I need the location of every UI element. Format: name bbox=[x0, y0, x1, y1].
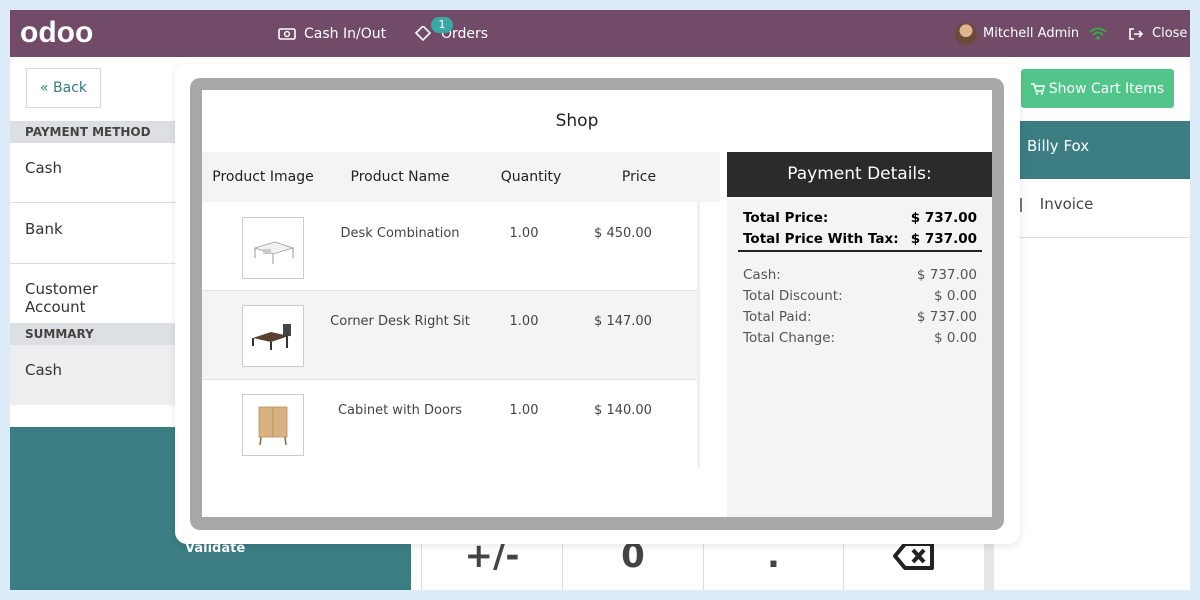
table-row: Corner Desk Right Sit 1.00 $ 147.00 bbox=[202, 291, 697, 379]
product-quantity: 1.00 bbox=[509, 226, 539, 241]
cart-icon bbox=[1030, 82, 1045, 95]
wifi-icon bbox=[1089, 27, 1107, 40]
discount-line: Total Discount: $ 0.00 bbox=[743, 288, 977, 304]
change-value: $ 0.00 bbox=[934, 330, 977, 346]
connection-status[interactable] bbox=[1088, 10, 1116, 57]
payment-divider bbox=[738, 250, 982, 252]
product-price: $ 140.00 bbox=[594, 403, 652, 418]
ticket-icon bbox=[414, 25, 432, 41]
orders-button[interactable]: 1 Orders bbox=[413, 10, 488, 57]
payment-details-heading: Payment Details: bbox=[727, 152, 992, 197]
change-label: Total Change: bbox=[743, 330, 836, 346]
cabinet-image bbox=[242, 394, 304, 456]
summary-line-cash[interactable]: Cash bbox=[10, 345, 176, 405]
invoice-checkbox-icon bbox=[1020, 197, 1023, 212]
paid-line: Total Paid: $ 737.00 bbox=[743, 309, 977, 325]
sign-out-icon bbox=[1129, 27, 1144, 40]
paid-label: Total Paid: bbox=[743, 309, 812, 325]
user-menu[interactable]: Mitchell Admin bbox=[955, 10, 1079, 57]
table-row: Desk Combination 1.00 $ 450.00 bbox=[202, 203, 697, 291]
back-button[interactable]: « Back bbox=[26, 68, 101, 108]
product-quantity: 1.00 bbox=[509, 403, 539, 418]
cash-line: Cash: $ 737.00 bbox=[743, 267, 977, 283]
total-tax-value: $ 737.00 bbox=[910, 231, 977, 247]
product-name: Corner Desk Right Sit bbox=[330, 314, 470, 329]
column-quantity: Quantity bbox=[500, 169, 562, 185]
column-price: Price bbox=[621, 169, 657, 185]
invoice-label: Invoice bbox=[1039, 195, 1094, 213]
total-tax-label: Total Price With Tax: bbox=[743, 231, 899, 247]
backspace-icon bbox=[893, 542, 934, 570]
modal-title: Shop bbox=[555, 111, 599, 131]
product-name: Desk Combination bbox=[340, 226, 460, 241]
desk-combination-image bbox=[242, 217, 304, 279]
table-scroll-edge bbox=[697, 202, 700, 468]
close-label: Close bbox=[1152, 26, 1188, 41]
column-product-name: Product Name bbox=[350, 169, 450, 185]
table-row: Cabinet with Doors 1.00 $ 140.00 bbox=[202, 380, 697, 468]
cash-label: Cash: bbox=[743, 267, 781, 283]
change-line: Total Change: $ 0.00 bbox=[743, 330, 977, 346]
avatar bbox=[955, 22, 977, 45]
column-product-image: Product Image bbox=[212, 169, 314, 185]
payment-method-cash[interactable]: Cash bbox=[10, 143, 176, 203]
cash-value: $ 737.00 bbox=[916, 267, 977, 283]
cash-in-out-label: Cash In/Out bbox=[304, 25, 387, 42]
product-price: $ 450.00 bbox=[594, 226, 652, 241]
close-button[interactable]: Close bbox=[1128, 10, 1187, 57]
summary-heading: SUMMARY bbox=[10, 323, 176, 345]
payment-method-heading: PAYMENT METHOD bbox=[10, 121, 176, 143]
discount-label: Total Discount: bbox=[743, 288, 843, 304]
user-name: Mitchell Admin bbox=[983, 26, 1080, 41]
cash-in-out-button[interactable]: Cash In/Out bbox=[278, 10, 386, 57]
product-quantity: 1.00 bbox=[509, 314, 539, 329]
total-price-label: Total Price: bbox=[743, 210, 829, 226]
corner-desk-image bbox=[242, 305, 304, 367]
total-price-line: Total Price: $ 737.00 bbox=[743, 210, 977, 226]
customer-button[interactable]: Billy Fox bbox=[1010, 121, 1190, 179]
top-bar: odoo Cash In/Out 1 Orders Mitchell Admin… bbox=[10, 10, 1190, 57]
total-price-value: $ 737.00 bbox=[910, 210, 977, 226]
odoo-logo: odoo bbox=[20, 16, 94, 49]
payment-method-customer-account[interactable]: Customer Account bbox=[10, 264, 176, 324]
money-icon bbox=[278, 27, 296, 40]
total-tax-line: Total Price With Tax: $ 737.00 bbox=[743, 231, 977, 247]
discount-value: $ 0.00 bbox=[934, 288, 977, 304]
product-name: Cabinet with Doors bbox=[337, 403, 463, 418]
product-price: $ 147.00 bbox=[594, 314, 652, 329]
payment-method-bank[interactable]: Bank bbox=[10, 204, 176, 264]
show-cart-items-button[interactable]: Show Cart Items bbox=[1021, 69, 1174, 108]
orders-count-badge: 1 bbox=[431, 17, 453, 33]
products-table-header: Product Image Product Name Quantity Pric… bbox=[202, 152, 720, 202]
paid-value: $ 737.00 bbox=[916, 309, 977, 325]
invoice-toggle[interactable]: Invoice bbox=[1010, 180, 1190, 238]
show-cart-items-label: Show Cart Items bbox=[1048, 80, 1165, 97]
